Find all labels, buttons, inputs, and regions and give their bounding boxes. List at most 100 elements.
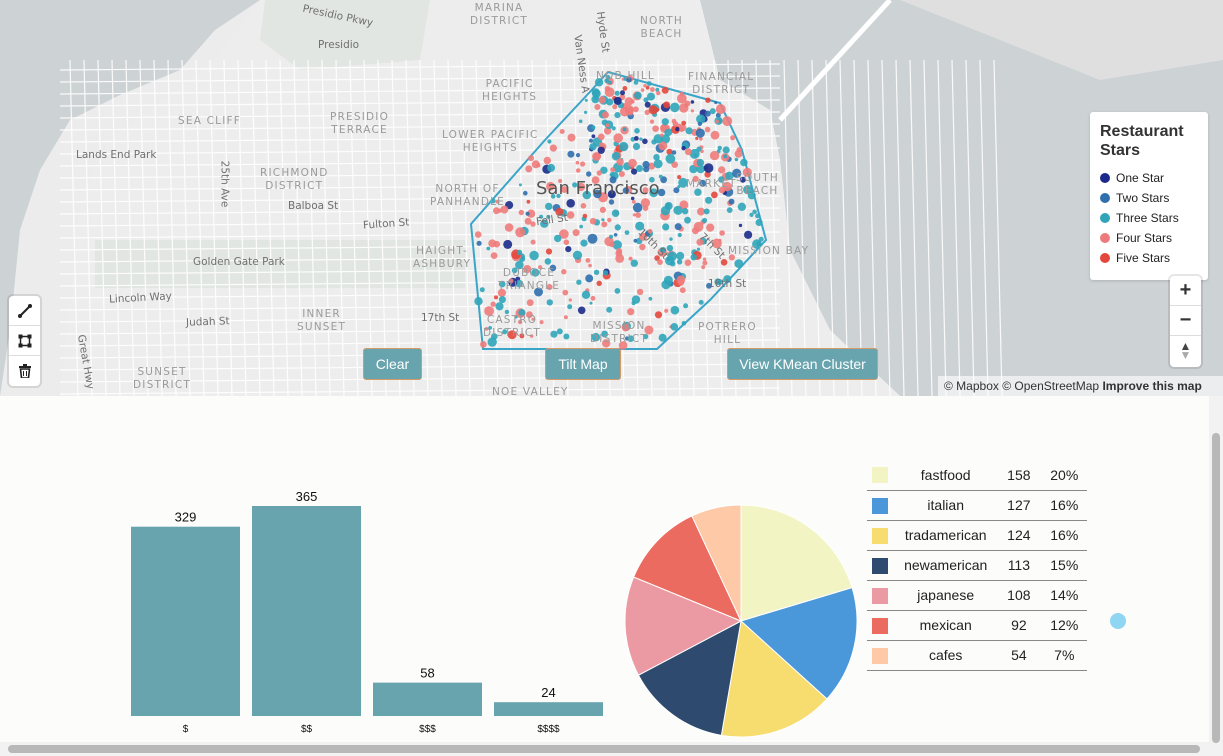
restaurant-point[interactable] [631,200,636,204]
restaurant-point[interactable] [698,299,704,305]
restaurant-point[interactable] [594,104,601,110]
restaurant-point[interactable] [546,299,553,306]
restaurant-point[interactable] [598,142,604,147]
restaurant-point[interactable] [567,133,576,142]
restaurant-point[interactable] [758,236,764,242]
restaurant-point[interactable] [524,217,532,225]
restaurant-point[interactable] [615,249,623,257]
restaurant-point[interactable] [683,303,689,309]
restaurant-point[interactable] [696,158,705,167]
restaurant-point[interactable] [587,233,598,244]
restaurant-point[interactable] [580,203,587,209]
bar[interactable] [494,702,603,716]
restaurant-point[interactable] [567,150,575,158]
restaurant-point[interactable] [661,280,671,290]
restaurant-point[interactable] [734,259,744,268]
restaurant-point[interactable] [611,126,616,131]
kmean-cluster-button[interactable]: View KMean Cluster [727,348,878,380]
restaurant-point[interactable] [474,231,482,238]
restaurant-point[interactable] [616,158,624,166]
restaurant-point[interactable] [715,119,719,124]
restaurant-point[interactable] [525,211,530,216]
restaurant-point[interactable] [504,223,514,232]
restaurant-point[interactable] [590,295,596,301]
restaurant-point[interactable] [550,330,558,338]
restaurant-point[interactable] [670,323,679,331]
restaurant-point[interactable] [663,101,670,109]
restaurant-point[interactable] [752,209,757,215]
restaurant-point[interactable] [635,212,641,218]
restaurant-point[interactable] [675,127,680,132]
restaurant-point[interactable] [709,108,716,115]
restaurant-point[interactable] [545,202,553,211]
restaurant-point[interactable] [620,90,625,96]
restaurant-point[interactable] [719,230,725,236]
restaurant-point[interactable] [605,123,610,128]
restaurant-point[interactable] [734,150,743,158]
restaurant-point[interactable] [701,217,708,224]
restaurant-point[interactable] [630,99,635,104]
restaurant-point[interactable] [599,206,607,213]
restaurant-point[interactable] [632,202,643,213]
restaurant-point[interactable] [673,205,683,215]
restaurant-point[interactable] [480,341,487,348]
restaurant-point[interactable] [562,289,569,296]
restaurant-point[interactable] [493,240,501,248]
bar[interactable] [131,526,240,716]
restaurant-point[interactable] [490,301,496,307]
restaurant-point[interactable] [677,232,682,238]
restaurant-point[interactable] [598,96,606,104]
restaurant-point[interactable] [516,249,523,256]
restaurant-point[interactable] [701,265,706,270]
restaurant-point[interactable] [726,207,733,214]
restaurant-point[interactable] [691,227,699,235]
horizontal-scroll-thumb[interactable] [8,745,1200,753]
restaurant-point[interactable] [634,128,640,134]
restaurant-point[interactable] [643,84,647,88]
restaurant-point[interactable] [705,97,711,103]
restaurant-point[interactable] [636,288,644,296]
restaurant-point[interactable] [755,213,760,219]
restaurant-point[interactable] [531,160,540,169]
restaurant-point[interactable] [591,134,596,139]
restaurant-point[interactable] [665,125,670,130]
restaurant-point[interactable] [580,161,586,167]
restaurant-point[interactable] [744,230,753,239]
line-tool-icon[interactable] [9,296,40,326]
restaurant-point[interactable] [486,246,491,251]
restaurant-point[interactable] [554,234,562,243]
restaurant-point[interactable] [572,250,583,260]
restaurant-point[interactable] [586,171,592,177]
restaurant-point[interactable] [676,251,685,260]
restaurant-point[interactable] [596,170,602,176]
restaurant-point[interactable] [642,138,648,145]
restaurant-point[interactable] [476,240,482,246]
restaurant-point[interactable] [705,196,713,204]
restaurant-point[interactable] [633,238,638,243]
restaurant-point[interactable] [597,133,605,141]
restaurant-point[interactable] [669,237,673,241]
restaurant-point[interactable] [575,160,580,165]
restaurant-point[interactable] [601,218,605,222]
restaurant-point[interactable] [706,223,715,232]
restaurant-point[interactable] [697,121,703,127]
restaurant-point[interactable] [690,100,695,104]
restaurant-point[interactable] [670,102,680,113]
restaurant-point[interactable] [592,89,601,98]
restaurant-point[interactable] [526,199,531,204]
restaurant-point[interactable] [622,127,627,132]
restaurant-point[interactable] [690,109,695,113]
restaurant-point[interactable] [530,239,536,245]
restaurant-point[interactable] [634,136,639,141]
restaurant-point[interactable] [644,101,651,108]
restaurant-point[interactable] [684,148,692,156]
restaurant-point[interactable] [685,127,693,135]
restaurant-point[interactable] [665,153,676,164]
restaurant-point[interactable] [603,270,609,276]
restaurant-point[interactable] [584,98,588,102]
restaurant-point[interactable] [563,333,570,340]
restaurant-point[interactable] [661,118,669,126]
tilt-map-button[interactable]: Tilt Map [545,348,621,380]
restaurant-point[interactable] [703,163,714,173]
restaurant-point[interactable] [585,274,594,283]
